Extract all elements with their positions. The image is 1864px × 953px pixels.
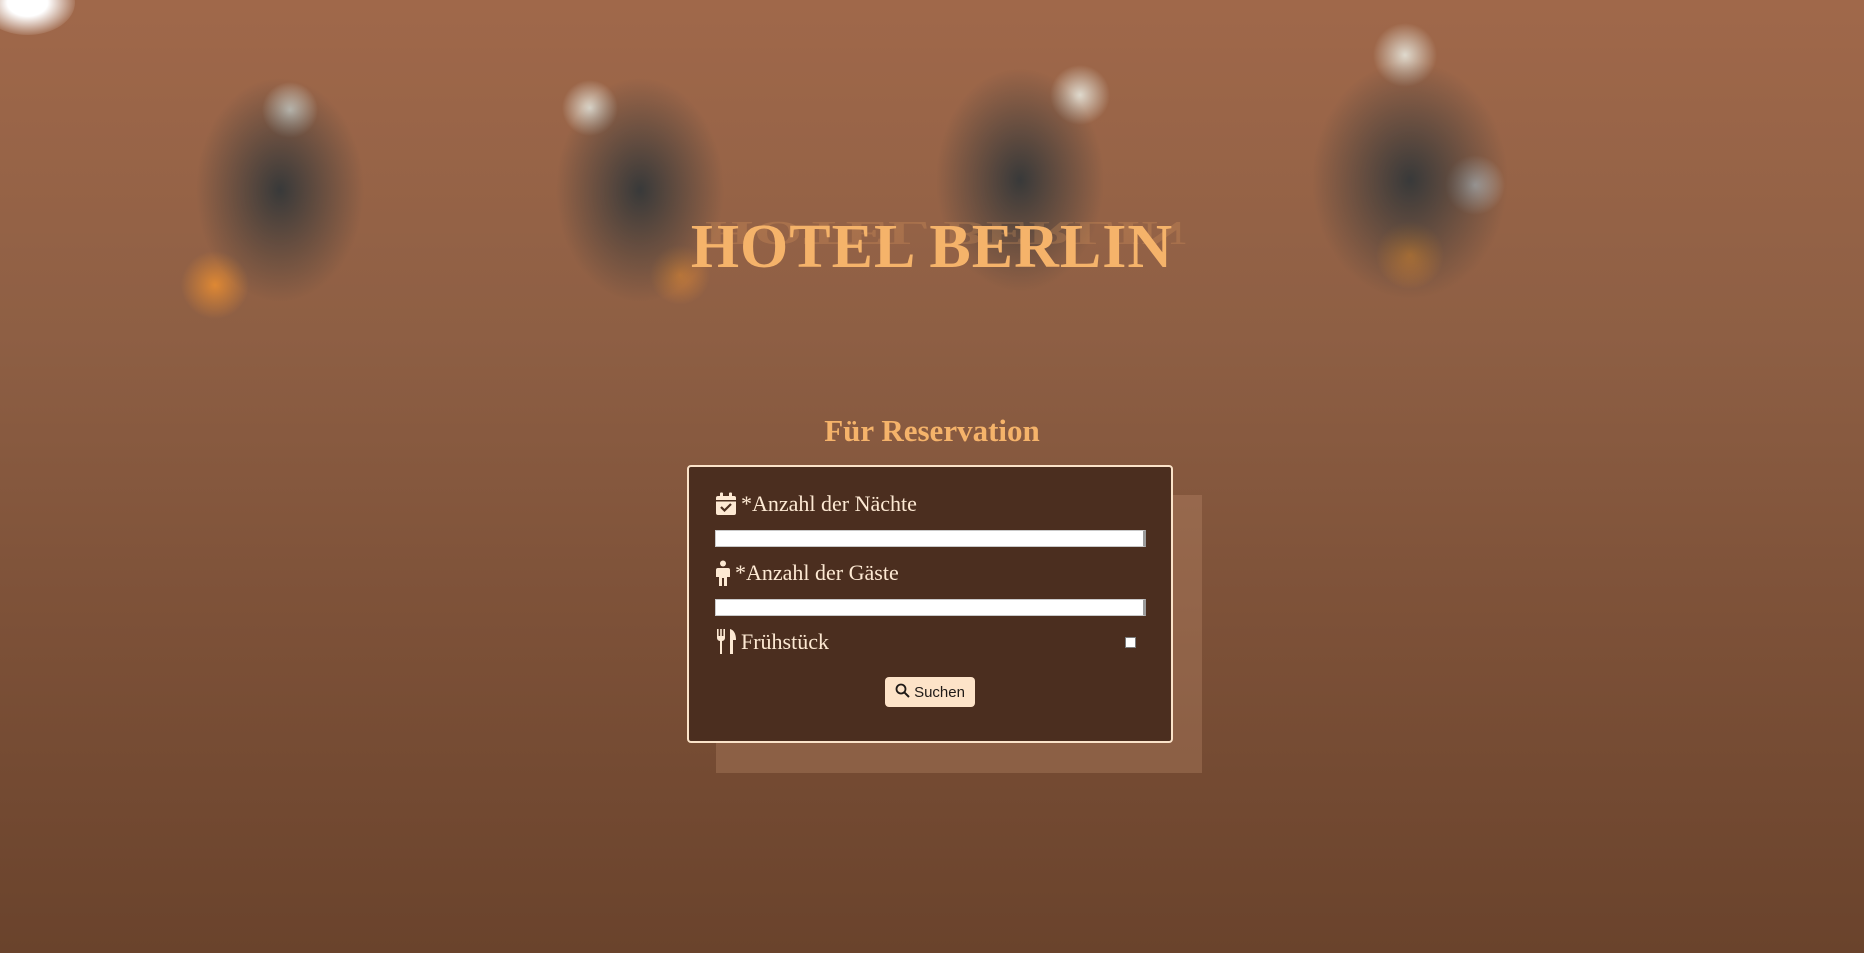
person-icon [715,560,731,586]
fork-knife-icon [715,629,737,655]
breakfast-label-text: Frühstück [741,629,829,654]
nights-label: *Anzahl der Nächte [715,489,1145,519]
ceiling-lamp-light [0,0,75,35]
reservation-form: *Anzahl der Nächte *Anzahl der Gäste Frü… [687,465,1173,743]
guests-label-text: *Anzahl der Gäste [735,560,899,585]
search-button-label: Suchen [914,683,965,701]
search-icon [895,683,910,702]
nights-input[interactable] [715,530,1146,547]
breakfast-checkbox[interactable] [1125,636,1136,648]
breakfast-label: Frühstück [715,627,829,657]
guests-input[interactable] [715,599,1146,616]
calendar-check-icon [715,492,737,516]
page-title: HOTEL BERLIN [690,213,1174,281]
nights-label-text: *Anzahl der Nächte [741,491,917,516]
reservation-heading: Für Reservation [824,413,1040,448]
breakfast-row: Frühstück [715,627,1146,657]
guests-label: *Anzahl der Gäste [715,558,1145,588]
search-button[interactable]: Suchen [885,677,975,707]
